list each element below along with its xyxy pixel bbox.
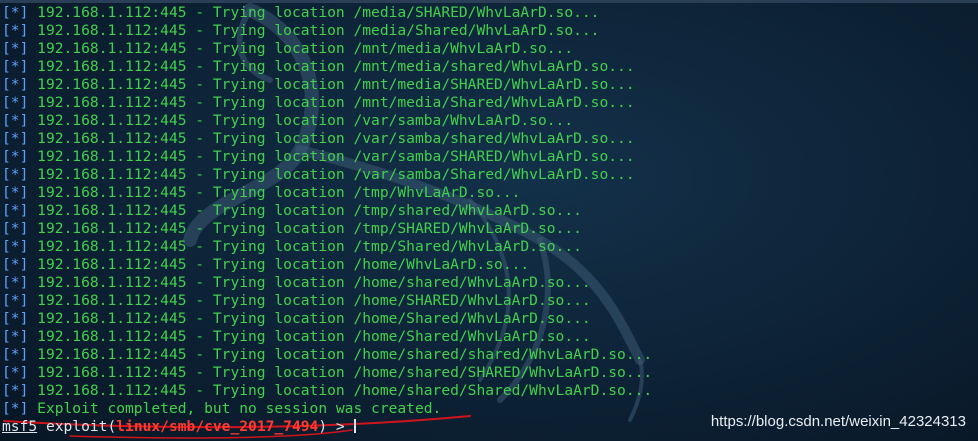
output-text: 192.168.1.112:445 - Trying location /mnt… — [37, 76, 635, 93]
output-text: 192.168.1.112:445 - Trying location /var… — [37, 148, 635, 165]
output-text: 192.168.1.112:445 - Trying location /tmp… — [37, 202, 582, 219]
output-line: [*] 192.168.1.112:445 - Trying location … — [2, 364, 978, 382]
blog-watermark: https://blog.csdn.net/weixin_42324313 — [710, 413, 966, 430]
output-line: [*] 192.168.1.112:445 - Trying location … — [2, 148, 978, 166]
output-line: [*] 192.168.1.112:445 - Trying location … — [2, 4, 978, 22]
output-line: [*] 192.168.1.112:445 - Trying location … — [2, 76, 978, 94]
status-tag: [*] — [2, 76, 29, 93]
status-tag: [*] — [2, 40, 29, 57]
output-text: 192.168.1.112:445 - Trying location /tmp… — [37, 220, 582, 237]
output-text: 192.168.1.112:445 - Trying location /med… — [37, 4, 600, 21]
terminal-window[interactable]: [*] 192.168.1.112:445 - Trying location … — [0, 0, 978, 441]
status-tag: [*] — [2, 328, 29, 345]
output-line: [*] 192.168.1.112:445 - Trying location … — [2, 328, 978, 346]
status-tag: [*] — [2, 112, 29, 129]
output-line: [*] 192.168.1.112:445 - Trying location … — [2, 130, 978, 148]
status-tag: [*] — [2, 364, 29, 381]
command-prompt[interactable]: msf5 exploit(linux/smb/cve_2017_7494) > — [2, 418, 356, 436]
status-tag: [*] — [2, 166, 29, 183]
output-line: [*] 192.168.1.112:445 - Trying location … — [2, 166, 978, 184]
status-tag: [*] — [2, 58, 29, 75]
text-cursor[interactable] — [353, 419, 356, 433]
status-tag: [*] — [2, 256, 29, 273]
status-tag: [*] — [2, 94, 29, 111]
result-text: Exploit completed, but no session was cr… — [37, 400, 442, 417]
terminal-top-border — [0, 0, 978, 3]
output-text: 192.168.1.112:445 - Trying location /med… — [37, 22, 600, 39]
status-tag: [*] — [2, 274, 29, 291]
output-text: 192.168.1.112:445 - Trying location /mnt… — [37, 94, 635, 111]
output-text: 192.168.1.112:445 - Trying location /mnt… — [37, 58, 635, 75]
output-text: 192.168.1.112:445 - Trying location /var… — [37, 112, 574, 129]
output-text: 192.168.1.112:445 - Trying location /tmp… — [37, 238, 582, 255]
output-line: [*] 192.168.1.112:445 - Trying location … — [2, 40, 978, 58]
output-line: [*] 192.168.1.112:445 - Trying location … — [2, 256, 978, 274]
shell-name: msf5 — [2, 418, 38, 435]
output-text: 192.168.1.112:445 - Trying location /hom… — [37, 382, 653, 399]
status-tag: [*] — [2, 400, 29, 417]
output-line: [*] 192.168.1.112:445 - Trying location … — [2, 346, 978, 364]
prompt-command: exploit( — [45, 418, 117, 435]
status-tag: [*] — [2, 346, 29, 363]
output-text: 192.168.1.112:445 - Trying location /var… — [37, 166, 635, 183]
output-line: [*] 192.168.1.112:445 - Trying location … — [2, 220, 978, 238]
status-tag: [*] — [2, 238, 29, 255]
output-text: 192.168.1.112:445 - Trying location /hom… — [37, 346, 653, 363]
status-tag: [*] — [2, 184, 29, 201]
output-line: [*] 192.168.1.112:445 - Trying location … — [2, 292, 978, 310]
output-text: 192.168.1.112:445 - Trying location /hom… — [37, 364, 653, 381]
status-tag: [*] — [2, 4, 29, 21]
output-line: [*] 192.168.1.112:445 - Trying location … — [2, 202, 978, 220]
status-tag: [*] — [2, 310, 29, 327]
output-line: [*] 192.168.1.112:445 - Trying location … — [2, 274, 978, 292]
output-line: [*] 192.168.1.112:445 - Trying location … — [2, 310, 978, 328]
output-text: 192.168.1.112:445 - Trying location /mnt… — [37, 40, 574, 57]
status-tag: [*] — [2, 292, 29, 309]
status-tag: [*] — [2, 22, 29, 39]
output-line: [*] 192.168.1.112:445 - Trying location … — [2, 382, 978, 400]
output-text: 192.168.1.112:445 - Trying location /var… — [37, 130, 635, 147]
prompt-module: linux/smb/cve_2017_7494 — [116, 418, 319, 435]
output-text: 192.168.1.112:445 - Trying location /hom… — [37, 328, 591, 345]
status-tag: [*] — [2, 130, 29, 147]
output-line: [*] 192.168.1.112:445 - Trying location … — [2, 94, 978, 112]
status-tag: [*] — [2, 202, 29, 219]
status-tag: [*] — [2, 220, 29, 237]
output-line: [*] 192.168.1.112:445 - Trying location … — [2, 112, 978, 130]
output-line: [*] 192.168.1.112:445 - Trying location … — [2, 22, 978, 40]
output-text: 192.168.1.112:445 - Trying location /hom… — [37, 310, 591, 327]
terminal-output: [*] 192.168.1.112:445 - Trying location … — [2, 4, 978, 418]
prompt-suffix: ) > — [318, 418, 354, 435]
status-tag: [*] — [2, 382, 29, 399]
output-text: 192.168.1.112:445 - Trying location /hom… — [37, 256, 530, 273]
output-line: [*] 192.168.1.112:445 - Trying location … — [2, 238, 978, 256]
output-line: [*] 192.168.1.112:445 - Trying location … — [2, 184, 978, 202]
output-text: 192.168.1.112:445 - Trying location /tmp… — [37, 184, 521, 201]
output-text: 192.168.1.112:445 - Trying location /hom… — [37, 292, 591, 309]
output-text: 192.168.1.112:445 - Trying location /hom… — [37, 274, 591, 291]
status-tag: [*] — [2, 148, 29, 165]
output-line: [*] 192.168.1.112:445 - Trying location … — [2, 58, 978, 76]
